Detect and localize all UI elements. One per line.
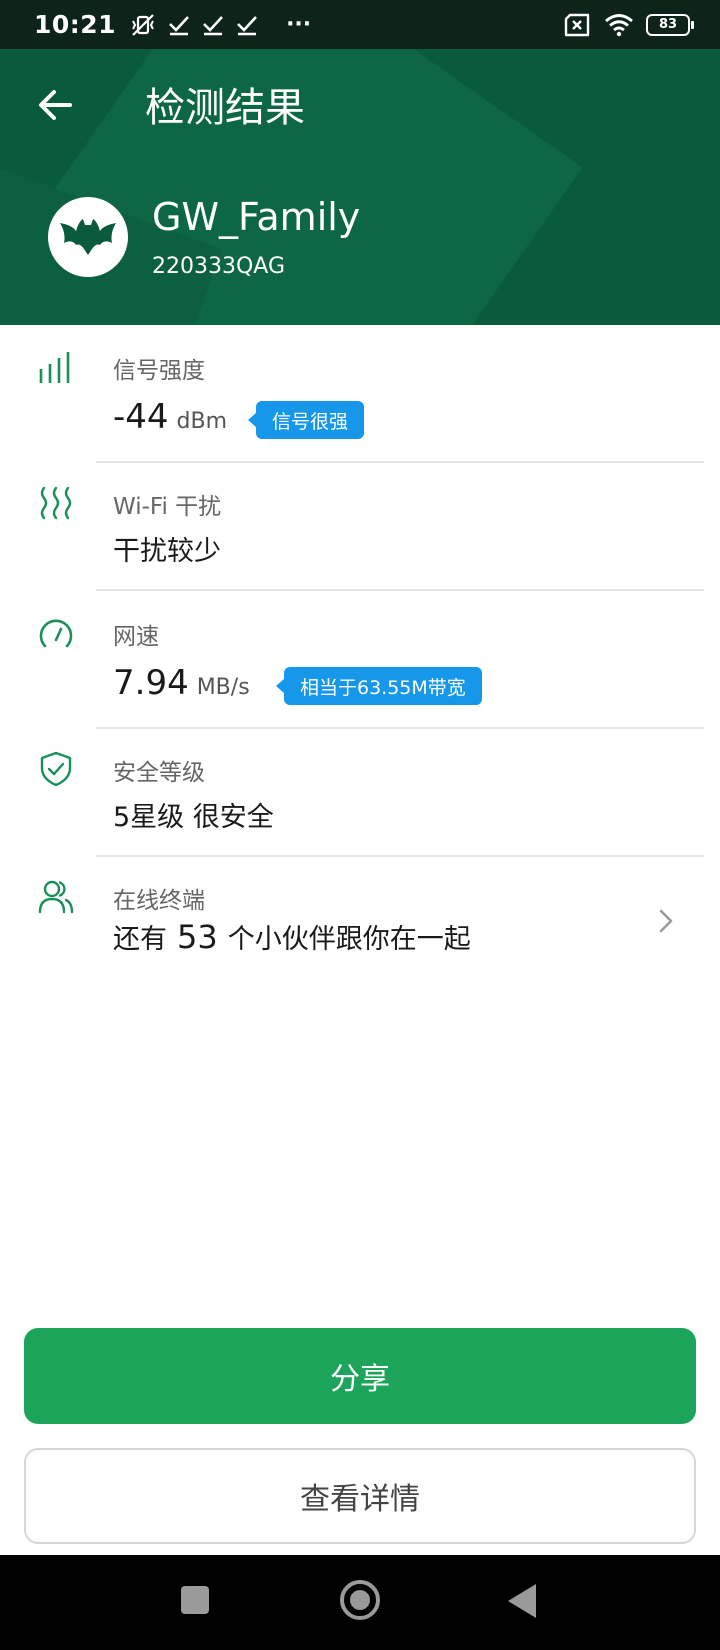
back-arrow-icon[interactable] [34, 83, 78, 127]
check-icon [237, 15, 258, 35]
devices-label: 在线终端 [113, 888, 205, 914]
chevron-right-icon[interactable] [656, 907, 676, 935]
status-right: 83 [564, 13, 694, 37]
battery-level: 83 [658, 17, 678, 32]
header: 检测结果 GW_Family 220333QAG [0, 49, 720, 325]
users-icon [38, 880, 74, 914]
interference-row: Wi-Fi 干扰 干扰较少 [0, 463, 720, 591]
speed-badge: 相当于63.55M带宽 [276, 667, 482, 705]
devices-suffix: 个小伙伴跟你在一起 [227, 924, 471, 955]
check-icon [169, 15, 190, 35]
interference-label: Wi-Fi 干扰 [113, 494, 222, 520]
signal-label: 信号强度 [113, 358, 205, 384]
security-label: 安全等级 [113, 760, 205, 786]
vibrate-off-icon [132, 13, 154, 36]
result-list: 信号强度 -44 dBm 信号很强 Wi-Fi 干扰 干扰较少 网速 7.94 … [0, 325, 720, 985]
signal-value: -44 dBm [113, 397, 227, 437]
wifi-icon [605, 13, 633, 36]
speedometer-icon [39, 619, 73, 648]
signal-number: -44 [113, 397, 169, 437]
signal-bars-icon [39, 352, 70, 383]
check-icon [203, 15, 224, 35]
devices-value: 还有 53 个小伙伴跟你在一起 [113, 917, 471, 956]
speed-value: 7.94 MB/s [113, 663, 250, 703]
status-time: 10:21 [34, 10, 117, 39]
speed-unit: MB/s [196, 675, 250, 700]
devices-prefix: 还有 [113, 924, 167, 955]
interference-value: 干扰较少 [113, 536, 221, 567]
shield-check-icon [40, 751, 72, 787]
network-name: GW_Family [152, 195, 361, 239]
waves-icon [40, 486, 72, 520]
battery-icon: 83 [646, 13, 694, 36]
signal-badge: 信号很强 [247, 401, 365, 439]
signal-row: 信号强度 -44 dBm 信号很强 [0, 325, 720, 463]
view-details-button[interactable]: 查看详情 [24, 1448, 696, 1544]
network-id: 220333QAG [152, 254, 286, 279]
back-triangle-icon[interactable] [508, 1584, 536, 1618]
recents-icon[interactable] [181, 1586, 209, 1614]
devices-count: 53 [177, 918, 218, 956]
security-row: 安全等级 5星级 很安全 [0, 729, 720, 857]
bat-logo-icon [60, 219, 116, 255]
status-icons: ··· [130, 12, 311, 37]
share-button[interactable]: 分享 [24, 1328, 696, 1424]
security-value: 5星级 很安全 [113, 802, 274, 833]
speed-label: 网速 [113, 624, 159, 650]
home-icon[interactable] [340, 1580, 380, 1620]
signal-unit: dBm [176, 409, 228, 434]
more-notifications: ··· [286, 12, 312, 37]
devices-row[interactable]: 在线终端 还有 53 个小伙伴跟你在一起 [0, 857, 720, 985]
speed-number: 7.94 [113, 663, 189, 703]
navigation-bar [0, 1555, 720, 1650]
sim-x-icon [564, 13, 590, 36]
speed-row: 网速 7.94 MB/s 相当于63.55M带宽 [0, 591, 720, 729]
status-left: 10:21 ··· [34, 10, 311, 39]
avatar [48, 197, 128, 277]
page-title: 检测结果 [145, 85, 305, 131]
status-bar: 10:21 ··· 83 [0, 0, 720, 49]
